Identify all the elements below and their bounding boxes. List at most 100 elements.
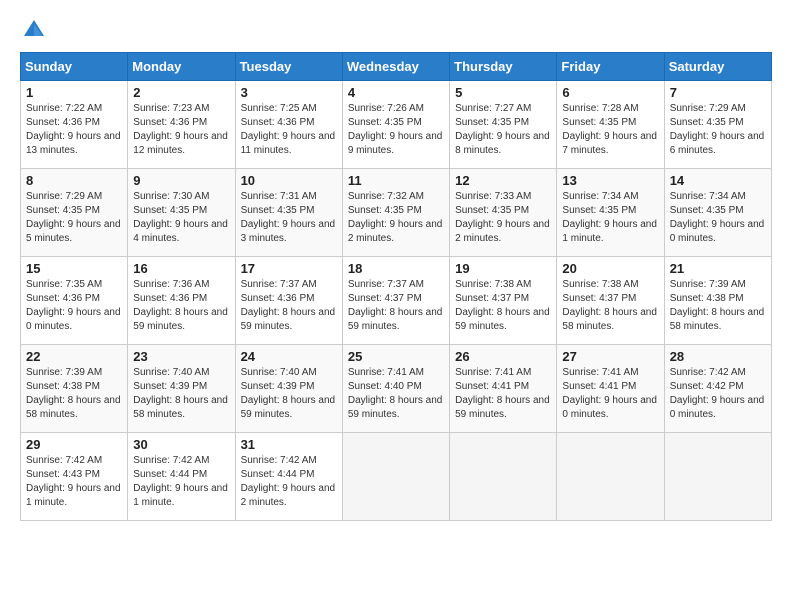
week-row-3: 15 Sunrise: 7:35 AM Sunset: 4:36 PM Dayl… xyxy=(21,257,772,345)
day-info: Sunrise: 7:39 AM Sunset: 4:38 PM Dayligh… xyxy=(26,366,122,422)
day-info: Sunrise: 7:28 AM Sunset: 4:35 PM Dayligh… xyxy=(562,102,658,158)
calendar-cell: 21 Sunrise: 7:39 AM Sunset: 4:38 PM Dayl… xyxy=(664,257,771,345)
day-number: 23 xyxy=(133,349,229,364)
day-number: 21 xyxy=(670,261,766,276)
calendar-cell: 10 Sunrise: 7:31 AM Sunset: 4:35 PM Dayl… xyxy=(235,169,342,257)
day-info: Sunrise: 7:37 AM Sunset: 4:37 PM Dayligh… xyxy=(348,278,444,334)
calendar-cell xyxy=(557,433,664,521)
calendar-cell: 29 Sunrise: 7:42 AM Sunset: 4:43 PM Dayl… xyxy=(21,433,128,521)
calendar-cell: 5 Sunrise: 7:27 AM Sunset: 4:35 PM Dayli… xyxy=(450,81,557,169)
calendar-cell: 2 Sunrise: 7:23 AM Sunset: 4:36 PM Dayli… xyxy=(128,81,235,169)
calendar-cell: 15 Sunrise: 7:35 AM Sunset: 4:36 PM Dayl… xyxy=(21,257,128,345)
day-number: 10 xyxy=(241,173,337,188)
column-header-monday: Monday xyxy=(128,53,235,81)
week-row-2: 8 Sunrise: 7:29 AM Sunset: 4:35 PM Dayli… xyxy=(21,169,772,257)
day-number: 31 xyxy=(241,437,337,452)
calendar-cell: 31 Sunrise: 7:42 AM Sunset: 4:44 PM Dayl… xyxy=(235,433,342,521)
calendar-table: SundayMondayTuesdayWednesdayThursdayFrid… xyxy=(20,52,772,521)
day-info: Sunrise: 7:32 AM Sunset: 4:35 PM Dayligh… xyxy=(348,190,444,246)
calendar-cell: 8 Sunrise: 7:29 AM Sunset: 4:35 PM Dayli… xyxy=(21,169,128,257)
calendar-cell: 22 Sunrise: 7:39 AM Sunset: 4:38 PM Dayl… xyxy=(21,345,128,433)
day-info: Sunrise: 7:34 AM Sunset: 4:35 PM Dayligh… xyxy=(562,190,658,246)
day-info: Sunrise: 7:27 AM Sunset: 4:35 PM Dayligh… xyxy=(455,102,551,158)
day-info: Sunrise: 7:42 AM Sunset: 4:42 PM Dayligh… xyxy=(670,366,766,422)
logo-icon xyxy=(20,16,48,44)
day-info: Sunrise: 7:36 AM Sunset: 4:36 PM Dayligh… xyxy=(133,278,229,334)
calendar-cell: 20 Sunrise: 7:38 AM Sunset: 4:37 PM Dayl… xyxy=(557,257,664,345)
day-info: Sunrise: 7:29 AM Sunset: 4:35 PM Dayligh… xyxy=(26,190,122,246)
calendar-cell xyxy=(664,433,771,521)
day-info: Sunrise: 7:23 AM Sunset: 4:36 PM Dayligh… xyxy=(133,102,229,158)
day-number: 30 xyxy=(133,437,229,452)
day-info: Sunrise: 7:41 AM Sunset: 4:40 PM Dayligh… xyxy=(348,366,444,422)
day-info: Sunrise: 7:40 AM Sunset: 4:39 PM Dayligh… xyxy=(241,366,337,422)
day-number: 4 xyxy=(348,85,444,100)
day-info: Sunrise: 7:25 AM Sunset: 4:36 PM Dayligh… xyxy=(241,102,337,158)
calendar-cell: 26 Sunrise: 7:41 AM Sunset: 4:41 PM Dayl… xyxy=(450,345,557,433)
day-info: Sunrise: 7:31 AM Sunset: 4:35 PM Dayligh… xyxy=(241,190,337,246)
day-info: Sunrise: 7:30 AM Sunset: 4:35 PM Dayligh… xyxy=(133,190,229,246)
day-number: 26 xyxy=(455,349,551,364)
logo xyxy=(20,16,52,44)
day-number: 3 xyxy=(241,85,337,100)
day-info: Sunrise: 7:22 AM Sunset: 4:36 PM Dayligh… xyxy=(26,102,122,158)
day-number: 14 xyxy=(670,173,766,188)
week-row-1: 1 Sunrise: 7:22 AM Sunset: 4:36 PM Dayli… xyxy=(21,81,772,169)
calendar-cell: 14 Sunrise: 7:34 AM Sunset: 4:35 PM Dayl… xyxy=(664,169,771,257)
day-info: Sunrise: 7:29 AM Sunset: 4:35 PM Dayligh… xyxy=(670,102,766,158)
day-info: Sunrise: 7:34 AM Sunset: 4:35 PM Dayligh… xyxy=(670,190,766,246)
calendar-cell: 12 Sunrise: 7:33 AM Sunset: 4:35 PM Dayl… xyxy=(450,169,557,257)
day-info: Sunrise: 7:35 AM Sunset: 4:36 PM Dayligh… xyxy=(26,278,122,334)
calendar-cell: 16 Sunrise: 7:36 AM Sunset: 4:36 PM Dayl… xyxy=(128,257,235,345)
day-number: 19 xyxy=(455,261,551,276)
column-header-saturday: Saturday xyxy=(664,53,771,81)
column-header-thursday: Thursday xyxy=(450,53,557,81)
calendar-cell: 28 Sunrise: 7:42 AM Sunset: 4:42 PM Dayl… xyxy=(664,345,771,433)
calendar-cell: 13 Sunrise: 7:34 AM Sunset: 4:35 PM Dayl… xyxy=(557,169,664,257)
day-info: Sunrise: 7:33 AM Sunset: 4:35 PM Dayligh… xyxy=(455,190,551,246)
calendar-cell: 17 Sunrise: 7:37 AM Sunset: 4:36 PM Dayl… xyxy=(235,257,342,345)
day-number: 16 xyxy=(133,261,229,276)
day-number: 5 xyxy=(455,85,551,100)
calendar-cell: 3 Sunrise: 7:25 AM Sunset: 4:36 PM Dayli… xyxy=(235,81,342,169)
day-number: 11 xyxy=(348,173,444,188)
calendar-body: 1 Sunrise: 7:22 AM Sunset: 4:36 PM Dayli… xyxy=(21,81,772,521)
calendar-cell: 19 Sunrise: 7:38 AM Sunset: 4:37 PM Dayl… xyxy=(450,257,557,345)
calendar-cell: 30 Sunrise: 7:42 AM Sunset: 4:44 PM Dayl… xyxy=(128,433,235,521)
day-number: 6 xyxy=(562,85,658,100)
calendar-cell: 6 Sunrise: 7:28 AM Sunset: 4:35 PM Dayli… xyxy=(557,81,664,169)
calendar-cell: 27 Sunrise: 7:41 AM Sunset: 4:41 PM Dayl… xyxy=(557,345,664,433)
calendar-cell: 25 Sunrise: 7:41 AM Sunset: 4:40 PM Dayl… xyxy=(342,345,449,433)
calendar-cell: 24 Sunrise: 7:40 AM Sunset: 4:39 PM Dayl… xyxy=(235,345,342,433)
calendar-cell: 7 Sunrise: 7:29 AM Sunset: 4:35 PM Dayli… xyxy=(664,81,771,169)
calendar-cell: 11 Sunrise: 7:32 AM Sunset: 4:35 PM Dayl… xyxy=(342,169,449,257)
day-number: 7 xyxy=(670,85,766,100)
day-number: 24 xyxy=(241,349,337,364)
day-number: 17 xyxy=(241,261,337,276)
day-number: 12 xyxy=(455,173,551,188)
week-row-4: 22 Sunrise: 7:39 AM Sunset: 4:38 PM Dayl… xyxy=(21,345,772,433)
calendar-cell: 4 Sunrise: 7:26 AM Sunset: 4:35 PM Dayli… xyxy=(342,81,449,169)
day-number: 25 xyxy=(348,349,444,364)
calendar-cell: 9 Sunrise: 7:30 AM Sunset: 4:35 PM Dayli… xyxy=(128,169,235,257)
day-info: Sunrise: 7:40 AM Sunset: 4:39 PM Dayligh… xyxy=(133,366,229,422)
day-info: Sunrise: 7:42 AM Sunset: 4:43 PM Dayligh… xyxy=(26,454,122,510)
day-info: Sunrise: 7:39 AM Sunset: 4:38 PM Dayligh… xyxy=(670,278,766,334)
calendar-header-row: SundayMondayTuesdayWednesdayThursdayFrid… xyxy=(21,53,772,81)
day-number: 9 xyxy=(133,173,229,188)
column-header-tuesday: Tuesday xyxy=(235,53,342,81)
day-number: 1 xyxy=(26,85,122,100)
day-info: Sunrise: 7:38 AM Sunset: 4:37 PM Dayligh… xyxy=(562,278,658,334)
column-header-wednesday: Wednesday xyxy=(342,53,449,81)
day-number: 18 xyxy=(348,261,444,276)
day-number: 15 xyxy=(26,261,122,276)
day-number: 27 xyxy=(562,349,658,364)
day-number: 2 xyxy=(133,85,229,100)
calendar-cell: 23 Sunrise: 7:40 AM Sunset: 4:39 PM Dayl… xyxy=(128,345,235,433)
calendar-cell xyxy=(342,433,449,521)
day-info: Sunrise: 7:38 AM Sunset: 4:37 PM Dayligh… xyxy=(455,278,551,334)
week-row-5: 29 Sunrise: 7:42 AM Sunset: 4:43 PM Dayl… xyxy=(21,433,772,521)
column-header-friday: Friday xyxy=(557,53,664,81)
day-info: Sunrise: 7:37 AM Sunset: 4:36 PM Dayligh… xyxy=(241,278,337,334)
day-info: Sunrise: 7:41 AM Sunset: 4:41 PM Dayligh… xyxy=(562,366,658,422)
